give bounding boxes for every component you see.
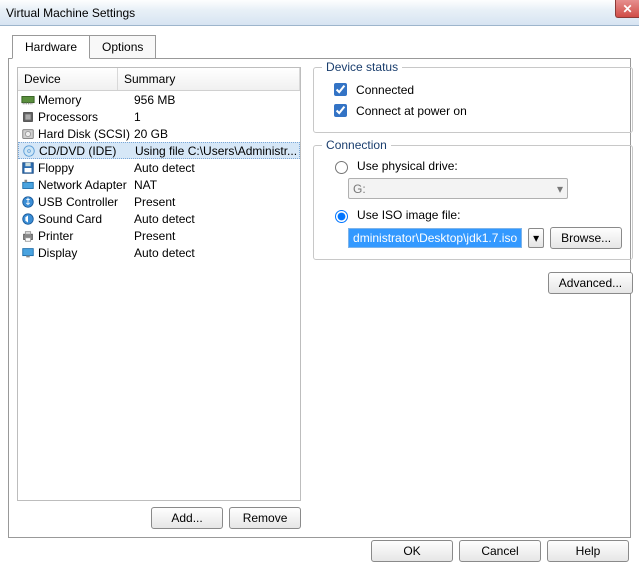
connection-group: Connection Use physical drive: G: ▾ Use … (313, 145, 633, 260)
connect-poweron-checkbox[interactable]: Connect at power on (330, 101, 622, 120)
device-status-legend: Device status (322, 60, 402, 74)
connected-checkbox-input[interactable] (334, 83, 347, 96)
advanced-button-label: Advanced... (559, 276, 622, 290)
browse-button[interactable]: Browse... (550, 227, 622, 249)
window-title: Virtual Machine Settings (6, 6, 135, 20)
connection-legend: Connection (322, 138, 391, 152)
hdd-icon (20, 126, 36, 142)
iso-dropdown-button[interactable]: ▾ (528, 228, 544, 248)
ok-button[interactable]: OK (371, 540, 453, 562)
device-summary: 1 (134, 110, 298, 124)
table-row[interactable]: Memory956 MB (18, 91, 300, 108)
printer-icon (20, 228, 36, 244)
device-summary: Using file C:\Users\Administr... (135, 144, 297, 158)
col-device[interactable]: Device (18, 68, 118, 90)
memory-icon (20, 92, 36, 108)
usb-icon (20, 194, 36, 210)
add-button-label: Add... (171, 511, 202, 525)
settings-panel: Device Summary Memory956 MBProcessors1Ha… (8, 58, 631, 538)
device-name: Printer (38, 229, 134, 243)
device-name: Memory (38, 93, 134, 107)
device-name: USB Controller (38, 195, 134, 209)
physical-drive-value: G: (353, 182, 366, 196)
use-iso-radio-input[interactable] (335, 210, 348, 223)
tab-options[interactable]: Options (90, 35, 156, 59)
device-summary: Auto detect (134, 161, 298, 175)
device-table: Device Summary Memory956 MBProcessors1Ha… (17, 67, 301, 501)
advanced-button[interactable]: Advanced... (548, 272, 633, 294)
connected-label: Connected (356, 83, 414, 97)
close-icon: ✕ (622, 2, 632, 16)
device-table-header: Device Summary (18, 68, 300, 91)
cpu-icon (20, 109, 36, 125)
table-row[interactable]: USB ControllerPresent (18, 193, 300, 210)
chevron-down-icon: ▾ (557, 182, 563, 196)
dialog-buttons: OK Cancel Help (371, 540, 629, 562)
detail-column: Device status Connected Connect at power… (313, 67, 633, 529)
table-row[interactable]: FloppyAuto detect (18, 159, 300, 176)
device-name: Display (38, 246, 134, 260)
device-summary: 20 GB (134, 127, 298, 141)
device-summary: Present (134, 229, 298, 243)
table-row[interactable]: DisplayAuto detect (18, 244, 300, 261)
close-button[interactable]: ✕ (615, 0, 639, 18)
device-summary: Auto detect (134, 246, 298, 260)
add-button[interactable]: Add... (151, 507, 223, 529)
device-summary: 956 MB (134, 93, 298, 107)
device-name: Sound Card (38, 212, 134, 226)
table-row[interactable]: Sound CardAuto detect (18, 210, 300, 227)
floppy-icon (20, 160, 36, 176)
device-summary: Auto detect (134, 212, 298, 226)
device-name: Processors (38, 110, 134, 124)
device-status-group: Device status Connected Connect at power… (313, 67, 633, 133)
use-iso-label: Use ISO image file: (357, 208, 460, 222)
cancel-button-label: Cancel (481, 544, 518, 558)
browse-button-label: Browse... (561, 231, 611, 245)
title-bar: Virtual Machine Settings ✕ (0, 0, 639, 26)
cd-icon (21, 143, 37, 159)
iso-path-value: dministrator\Desktop\jdk1.7.iso (353, 231, 517, 245)
use-physical-radio-input[interactable] (335, 161, 348, 174)
table-row[interactable]: Network AdapterNAT (18, 176, 300, 193)
help-button-label: Help (576, 544, 601, 558)
use-iso-radio[interactable]: Use ISO image file: (330, 207, 622, 223)
physical-drive-select: G: ▾ (348, 178, 568, 199)
ok-button-label: OK (403, 544, 420, 558)
connected-checkbox[interactable]: Connected (330, 80, 622, 99)
help-button[interactable]: Help (547, 540, 629, 562)
connect-poweron-label: Connect at power on (356, 104, 467, 118)
use-physical-radio[interactable]: Use physical drive: (330, 158, 622, 174)
table-row[interactable]: PrinterPresent (18, 227, 300, 244)
device-summary: NAT (134, 178, 298, 192)
use-physical-label: Use physical drive: (357, 159, 458, 173)
col-summary[interactable]: Summary (118, 68, 300, 90)
connect-poweron-checkbox-input[interactable] (334, 104, 347, 117)
remove-button[interactable]: Remove (229, 507, 301, 529)
display-icon (20, 245, 36, 261)
chevron-down-icon: ▾ (533, 231, 539, 245)
remove-button-label: Remove (243, 511, 288, 525)
tab-options-label: Options (102, 40, 143, 54)
device-name: CD/DVD (IDE) (39, 144, 135, 158)
device-name: Hard Disk (SCSI) (38, 127, 134, 141)
iso-path-field[interactable]: dministrator\Desktop\jdk1.7.iso (348, 228, 522, 248)
device-name: Network Adapter (38, 178, 134, 192)
tab-hardware[interactable]: Hardware (12, 35, 90, 59)
device-name: Floppy (38, 161, 134, 175)
table-row[interactable]: CD/DVD (IDE)Using file C:\Users\Administ… (18, 142, 300, 159)
tab-hardware-label: Hardware (25, 40, 77, 54)
table-row[interactable]: Processors1 (18, 108, 300, 125)
device-summary: Present (134, 195, 298, 209)
table-row[interactable]: Hard Disk (SCSI)20 GB (18, 125, 300, 142)
tab-strip: Hardware Options (12, 34, 639, 58)
cancel-button[interactable]: Cancel (459, 540, 541, 562)
sound-icon (20, 211, 36, 227)
device-column: Device Summary Memory956 MBProcessors1Ha… (17, 67, 301, 529)
nic-icon (20, 177, 36, 193)
